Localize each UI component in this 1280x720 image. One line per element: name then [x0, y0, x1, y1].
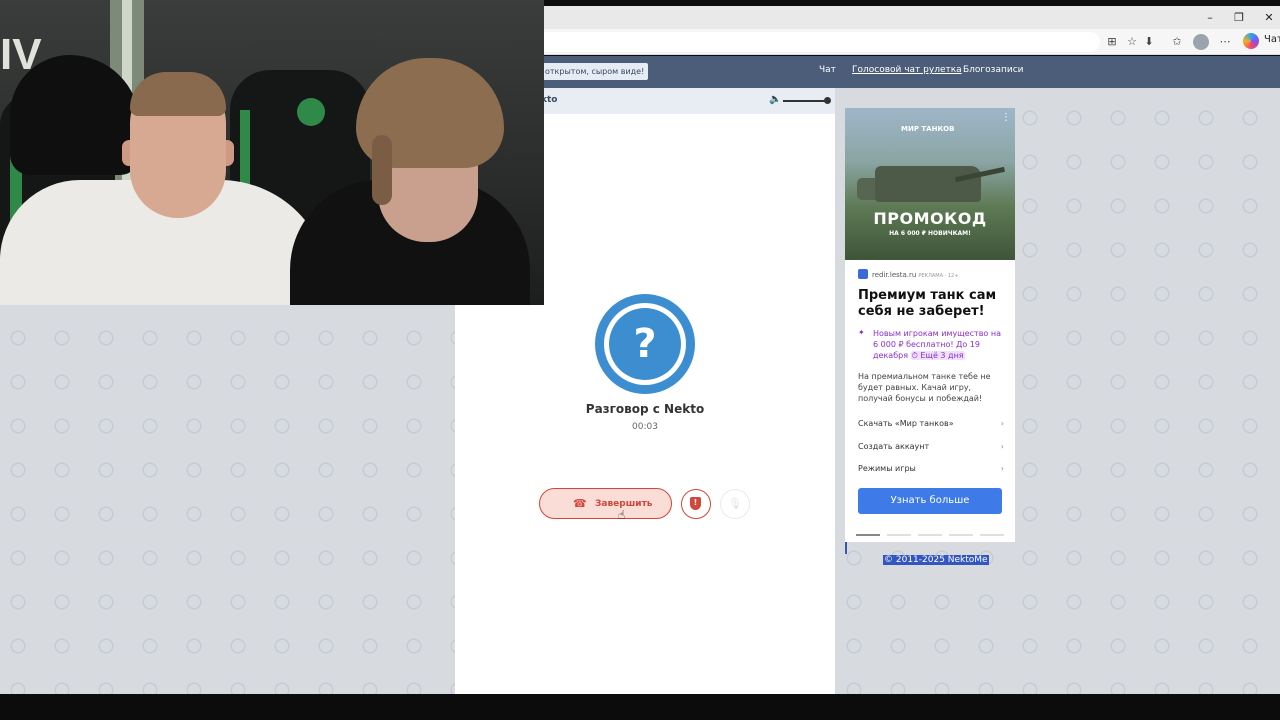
screen: – ❐ ✕ ⊞ ☆ ⬇ ✩ ⋯ Чат открытом, сыром виде…	[0, 0, 1280, 720]
ad-link-download[interactable]: Скачать «Мир танков» ›	[858, 419, 1004, 428]
report-button[interactable]: !	[681, 489, 711, 519]
minimize-button[interactable]: –	[1195, 6, 1225, 29]
nav-announcement[interactable]: открытом, сыром виде!	[541, 63, 649, 80]
tank-graphic	[875, 166, 981, 202]
ad-offer-days-text: Ещё 3 дня	[920, 351, 964, 360]
ad-domain[interactable]: redir.lesta.ru РЕКЛАМА · 12+	[858, 269, 958, 279]
favorites-icon[interactable]: ✩	[1169, 34, 1185, 50]
partner-avatar: ?	[595, 294, 695, 394]
ad-carousel-pager[interactable]	[856, 534, 1004, 536]
extensions-icon[interactable]: ⬇	[1141, 34, 1157, 50]
ad-domain-text: redir.lesta.ru	[872, 271, 917, 279]
ad-headline[interactable]: Премиум танк сам себя не заберет!	[858, 288, 1008, 320]
apps-icon[interactable]: ⊞	[1104, 34, 1120, 50]
ad-link-create-account[interactable]: Создать аккаунт ›	[858, 442, 1004, 451]
question-mark-icon: ?	[609, 308, 681, 380]
ad-link-label: Режимы игры	[858, 464, 916, 473]
end-call-button[interactable]: ☎ Завершить	[539, 488, 672, 519]
ad-description: На премиальном танке тебе не будет равны…	[858, 372, 991, 403]
ad-brand-logo: МИР ТАНКОВ	[901, 125, 955, 133]
chevron-right-icon: ›	[1000, 442, 1004, 451]
ad-offer: Новым игрокам имущество на 6 000 ₽ беспл…	[873, 328, 1005, 361]
mute-button[interactable]: 🎙	[720, 489, 750, 519]
ad-link-game-modes[interactable]: Режимы игры ›	[858, 464, 1004, 473]
mouse-pointer-icon: ☝	[618, 508, 626, 522]
advertisement-card[interactable]: МИР ТАНКОВ ⋮ ПРОМОКОД НА 6 000 ₽ НОВИЧКА…	[845, 108, 1015, 542]
restore-button[interactable]: ❐	[1224, 6, 1254, 29]
ad-menu-icon[interactable]: ⋮	[1001, 112, 1011, 123]
shield-icon: !	[690, 497, 701, 510]
ad-banner-image[interactable]: МИР ТАНКОВ ⋮ ПРОМОКОД НА 6 000 ₽ НОВИЧКА…	[845, 108, 1015, 260]
call-timer: 00:03	[632, 422, 658, 432]
volume-slider[interactable]	[783, 100, 827, 102]
nav-link-chat[interactable]: Чат	[819, 65, 836, 75]
volume-icon[interactable]: 🔈	[769, 94, 781, 105]
copilot-label[interactable]: Чат	[1264, 34, 1280, 45]
nav-link-voice-roulette[interactable]: Голосовой чат рулетка	[852, 65, 962, 75]
selection-marker	[845, 542, 847, 554]
play-icon	[858, 269, 868, 279]
nav-link-blog[interactable]: Блогозаписи	[963, 65, 1024, 75]
star-icon[interactable]: ☆	[1124, 34, 1140, 50]
ad-tag: РЕКЛАМА · 12+	[918, 273, 959, 279]
ad-promo-subtitle: НА 6 000 ₽ НОВИЧКАМ!	[889, 230, 971, 237]
ad-cta-button[interactable]: Узнать больше	[858, 488, 1002, 514]
copyright-text: © 2011-2025 NektoMe	[883, 555, 989, 565]
webcam-overlay: IV	[0, 0, 544, 305]
hang-up-icon: ☎	[573, 497, 587, 510]
more-icon[interactable]: ⋯	[1217, 34, 1233, 50]
copilot-icon[interactable]	[1243, 33, 1259, 49]
profile-icon[interactable]	[1193, 34, 1209, 50]
microphone-icon: 🎙	[728, 497, 742, 510]
chevron-right-icon: ›	[1000, 464, 1004, 473]
ad-link-label: Скачать «Мир танков»	[858, 419, 954, 428]
volume-slider-handle[interactable]	[824, 97, 831, 104]
sparkle-icon: ✦	[858, 328, 865, 337]
conversation-title: Разговор с Nekto	[585, 402, 705, 416]
ad-offer-days: ⏱ Ещё 3 дня	[910, 351, 965, 360]
ad-promo-title: ПРОМОКОД	[873, 209, 987, 228]
chevron-right-icon: ›	[1000, 419, 1004, 428]
ad-link-label: Создать аккаунт	[858, 442, 930, 451]
close-window-button[interactable]: ✕	[1254, 6, 1280, 29]
